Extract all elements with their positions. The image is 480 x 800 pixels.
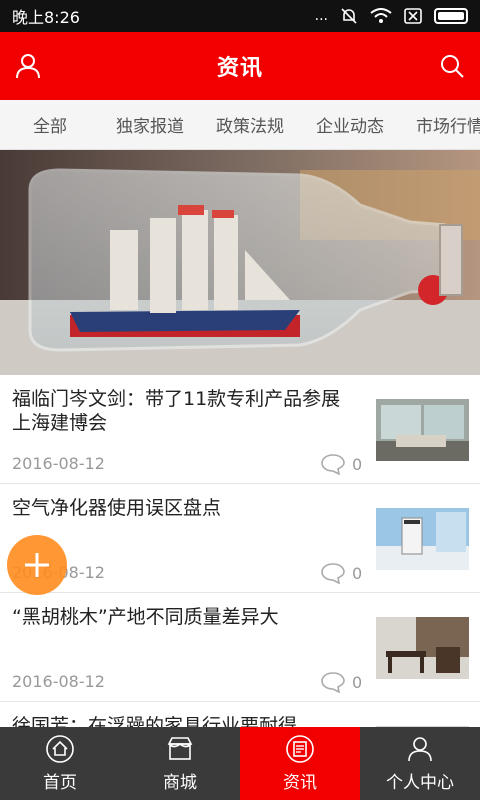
user-button[interactable] (4, 42, 52, 90)
news-date: 2016-08-12 (12, 454, 105, 473)
news-list: 福临门岑文剑：带了11款专利产品参展上海建博会 2016-08-12 0 空气净… (0, 375, 480, 727)
tab-market[interactable]: 市场行情 (400, 112, 480, 137)
silent-bell-icon (341, 8, 357, 24)
status-time: 晚上8:26 (12, 8, 80, 27)
news-title: 徐国芳：在浮躁的家具行业要耐得 (12, 715, 298, 727)
comment-icon (321, 454, 345, 475)
status-bar: 晚上8:26 ... (0, 0, 480, 32)
home-icon (46, 735, 74, 763)
tab-company-news[interactable]: 企业动态 (300, 112, 400, 137)
tab-exclusive[interactable]: 独家报道 (100, 112, 200, 137)
search-button[interactable] (428, 42, 476, 90)
tab-all[interactable]: 全部 (0, 112, 100, 137)
news-item[interactable]: 空气净化器使用误区盘点 2016-08-12 0 (0, 484, 480, 593)
bottom-nav: 首页 商城 资讯 个人中心 (0, 727, 480, 800)
status-dots: ... (314, 8, 328, 24)
user-icon (16, 54, 40, 79)
news-item[interactable]: “黑胡桃木”产地不同质量差异大 2016-08-12 0 (0, 593, 480, 702)
plus-icon (25, 553, 49, 577)
news-item[interactable]: 福临门岑文剑：带了11款专利产品参展上海建博会 2016-08-12 0 (0, 375, 480, 484)
nav-home-label: 首页 (43, 773, 77, 793)
nav-home[interactable]: 首页 (0, 727, 120, 800)
comment-icon (321, 563, 345, 584)
app-header: 资讯 (0, 32, 480, 100)
news-thumbnail (376, 508, 469, 570)
sim-x-icon (404, 8, 422, 24)
news-icon (286, 735, 314, 763)
news-title: 福临门岑文剑：带了11款专利产品参展上海建博会 (12, 388, 341, 434)
nav-news-label: 资讯 (283, 773, 317, 793)
comment-icon (321, 672, 345, 693)
battery-icon (434, 8, 468, 24)
nav-profile-label: 个人中心 (386, 773, 454, 793)
wifi-icon (370, 8, 392, 23)
nav-shop-label: 商城 (163, 773, 197, 793)
nav-news[interactable]: 资讯 (240, 727, 360, 800)
news-item[interactable]: 徐国芳：在浮躁的家具行业要耐得 (0, 702, 480, 727)
category-tabs: 全部 独家报道 政策法规 企业动态 市场行情 (0, 100, 480, 150)
nav-shop[interactable]: 商城 (120, 727, 240, 800)
tab-policy[interactable]: 政策法规 (200, 112, 300, 137)
shop-icon (167, 737, 193, 760)
status-icons: ... (315, 7, 468, 25)
search-icon (441, 55, 464, 78)
news-title: “黑胡桃木”产地不同质量差异大 (12, 606, 279, 628)
news-title: 空气净化器使用误区盘点 (12, 497, 222, 519)
comment-count: 0 (320, 453, 362, 475)
profile-icon (408, 737, 432, 762)
comment-count: 0 (320, 562, 362, 584)
comment-count: 0 (320, 671, 362, 693)
banner-image[interactable] (0, 150, 480, 375)
add-button[interactable] (7, 535, 67, 595)
news-thumbnail (376, 399, 469, 461)
nav-profile[interactable]: 个人中心 (360, 727, 480, 800)
page-title: 资讯 (216, 56, 263, 81)
news-date: 2016-08-12 (12, 672, 105, 691)
news-thumbnail (376, 617, 469, 679)
